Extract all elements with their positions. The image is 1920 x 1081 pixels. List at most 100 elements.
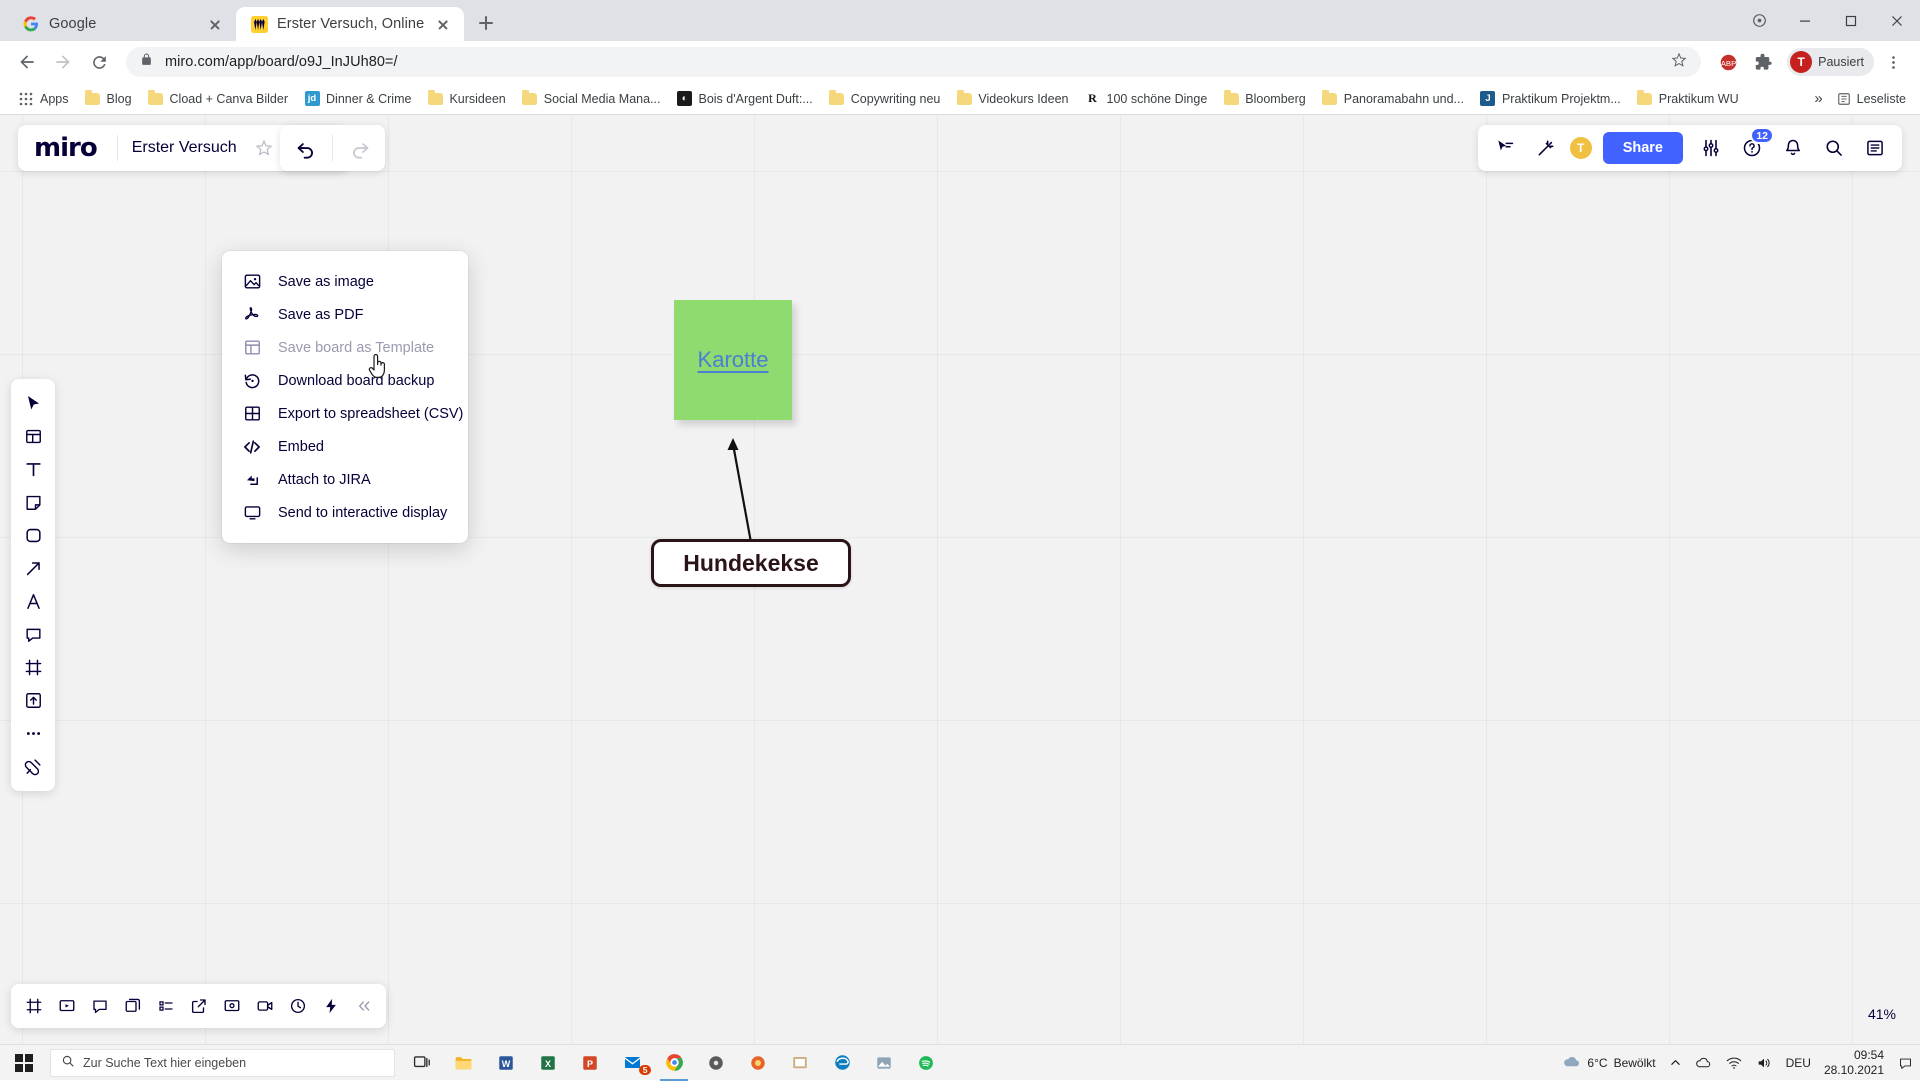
maximize-button[interactable] [1828, 0, 1874, 41]
menu-item-save-board-as-template[interactable]: Save board as Template [222, 331, 468, 364]
paint-icon[interactable] [779, 1045, 821, 1081]
three-dot-menu-icon[interactable] [1876, 45, 1910, 79]
bell-icon[interactable] [1774, 129, 1812, 167]
bookmarks-overflow-chevron[interactable]: » [1814, 90, 1822, 107]
new-tab-button[interactable] [472, 9, 500, 37]
text-t-icon[interactable] [15, 453, 51, 486]
onedrive-icon[interactable] [1688, 1045, 1719, 1081]
share-external-icon[interactable] [182, 988, 215, 1024]
arrow-diagonal-icon[interactable] [15, 552, 51, 585]
minimize-button[interactable] [1782, 0, 1828, 41]
shape-circle-icon[interactable] [15, 519, 51, 552]
close-icon[interactable] [206, 15, 224, 33]
cards-icon[interactable] [116, 988, 149, 1024]
reading-list-button[interactable]: Leseliste [1837, 92, 1906, 106]
tray-chevron-icon[interactable] [1663, 1045, 1688, 1081]
menu-item-save-as-image[interactable]: Save as image [222, 265, 468, 298]
bookmark-item[interactable]: Bloomberg [1215, 88, 1313, 110]
profile-chip[interactable]: T Pausiert [1787, 48, 1874, 76]
menu-item-send-to-interactive-display[interactable]: Send to interactive display [222, 496, 468, 529]
menu-item-embed[interactable]: Embed [222, 430, 468, 463]
taskbar-clock[interactable]: 09:54 28.10.2021 [1818, 1048, 1894, 1077]
address-bar[interactable]: miro.com/app/board/o9J_InJUh80=/ [126, 47, 1701, 77]
photos-icon[interactable] [863, 1045, 905, 1081]
abp-extension-icon[interactable]: ABP [1711, 45, 1745, 79]
disc-icon[interactable] [695, 1045, 737, 1081]
weather-widget[interactable]: 6°C Bewölkt [1555, 1045, 1662, 1081]
sliders-icon[interactable] [1692, 129, 1730, 167]
bookmark-item[interactable]: ◐Bois d'Argent Duft:... [668, 88, 820, 110]
bookmark-item[interactable]: Cload + Canva Bilder [140, 88, 296, 110]
arrow-connector[interactable] [700, 430, 760, 550]
browser-icon[interactable] [737, 1045, 779, 1081]
bookmark-item[interactable]: jdDinner & Crime [296, 88, 419, 110]
ellipsis-icon[interactable] [15, 717, 51, 750]
notification-icon[interactable] [1894, 1045, 1916, 1081]
spotify-icon[interactable] [905, 1045, 947, 1081]
menu-item-attach-to-jira[interactable]: Attach to JIRA [222, 463, 468, 496]
powerpoint-icon[interactable]: P [569, 1045, 611, 1081]
miro-logo[interactable]: miro [34, 133, 107, 163]
board-title[interactable]: Erster Versuch [128, 139, 241, 157]
frame-icon[interactable] [15, 651, 51, 684]
presentation-icon[interactable] [50, 988, 83, 1024]
bookmark-item[interactable]: Videokurs Ideen [948, 88, 1076, 110]
help-circle-icon[interactable]: 12 [1733, 129, 1771, 167]
reload-icon[interactable] [82, 45, 116, 79]
comment-icon[interactable] [15, 618, 51, 651]
lightning-icon[interactable] [314, 988, 347, 1024]
star-icon[interactable] [1671, 52, 1687, 73]
taskbar-search-input[interactable]: Zur Suche Text hier eingeben [50, 1049, 395, 1077]
sticky-note-icon[interactable] [15, 486, 51, 519]
bookmark-item[interactable]: R100 schöne Dinge [1077, 88, 1216, 110]
upload-box-icon[interactable] [15, 684, 51, 717]
browser-tab-miro[interactable]: Erster Versuch, Online Whiteboa [236, 7, 464, 41]
bookmark-item[interactable]: Panoramabahn und... [1314, 88, 1472, 110]
magic-wand-icon[interactable] [1527, 129, 1565, 167]
frames-icon[interactable] [17, 988, 50, 1024]
task-view-icon[interactable] [401, 1045, 443, 1081]
star-outline-icon[interactable] [245, 129, 283, 167]
menu-item-save-as-pdf[interactable]: Save as PDF [222, 298, 468, 331]
shape-hundekekse[interactable]: Hundekekse [651, 539, 851, 587]
right-panel-icon[interactable] [1856, 129, 1894, 167]
zoom-level-label[interactable]: 41% [1868, 1006, 1896, 1022]
menu-item-download-board-backup[interactable]: Download board backup [222, 364, 468, 397]
cursor-chat-icon[interactable] [1486, 129, 1524, 167]
excel-icon[interactable]: X [527, 1045, 569, 1081]
cursor-arrow-icon[interactable] [15, 387, 51, 420]
bookmark-item[interactable]: Social Media Mana... [514, 88, 669, 110]
menu-item-export-to-spreadsheet[interactable]: Export to spreadsheet (CSV) [222, 397, 468, 430]
bookmark-apps[interactable]: Apps [10, 88, 77, 110]
video-camera-icon[interactable] [248, 988, 281, 1024]
close-icon[interactable] [434, 15, 452, 33]
mail-icon[interactable]: 5 [611, 1045, 653, 1081]
browser-tab-google[interactable]: Google [8, 7, 236, 41]
file-explorer-icon[interactable] [443, 1045, 485, 1081]
bookmark-item[interactable]: Praktikum WU [1629, 88, 1747, 110]
timer-icon[interactable] [281, 988, 314, 1024]
bookmark-item[interactable]: JPraktikum Projektm... [1472, 88, 1629, 110]
bookmark-item[interactable]: Blog [77, 88, 140, 110]
sticky-note-karotte[interactable]: Karotte [674, 300, 792, 420]
screen-icon[interactable] [215, 988, 248, 1024]
templates-icon[interactable] [15, 420, 51, 453]
collaborator-avatar-wrap[interactable]: T [1568, 135, 1594, 161]
word-icon[interactable]: W [485, 1045, 527, 1081]
pen-icon[interactable] [15, 585, 51, 618]
collapse-chevrons-icon[interactable] [347, 988, 380, 1024]
plug-icon[interactable] [15, 750, 51, 783]
redo-icon[interactable] [341, 129, 379, 167]
edge-icon[interactable] [821, 1045, 863, 1081]
windows-start-icon[interactable] [0, 1045, 48, 1081]
bookmark-item[interactable]: Kursideen [419, 88, 513, 110]
back-icon[interactable] [10, 45, 44, 79]
extensions-icon[interactable] [1747, 45, 1781, 79]
forward-icon[interactable] [46, 45, 80, 79]
search-icon[interactable] [1815, 129, 1853, 167]
close-window-button[interactable] [1874, 0, 1920, 41]
share-button[interactable]: Share [1603, 132, 1683, 164]
bookmark-item[interactable]: Copywriting neu [821, 88, 949, 110]
comment-bubble-icon[interactable] [83, 988, 116, 1024]
avatar[interactable]: T [1568, 135, 1594, 161]
